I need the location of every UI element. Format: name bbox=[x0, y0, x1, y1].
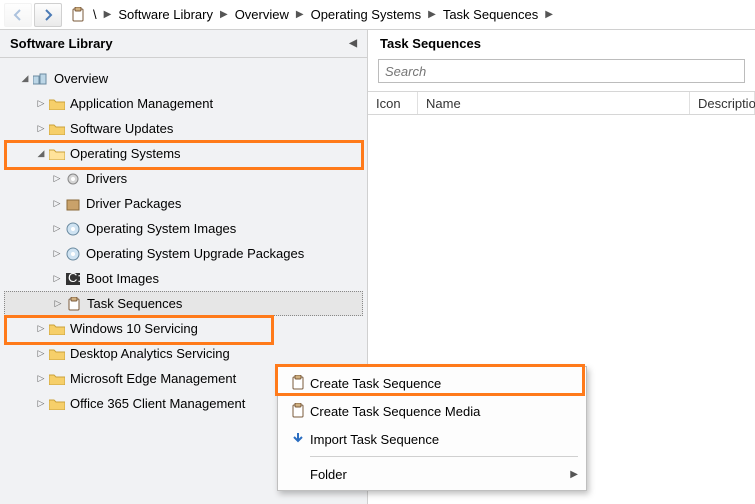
tree-label: Desktop Analytics Servicing bbox=[70, 346, 230, 361]
disc-icon bbox=[64, 220, 82, 238]
breadcrumb: \ ▶ Software Library ▶ Overview ▶ Operat… bbox=[70, 0, 553, 29]
tree-label: Overview bbox=[54, 71, 108, 86]
terminal-icon: C:\ bbox=[64, 270, 82, 288]
expand-icon[interactable]: ◢ bbox=[34, 148, 48, 159]
gear-icon bbox=[64, 170, 82, 188]
clipboard-icon bbox=[65, 295, 83, 313]
chevron-right-icon: ▶ bbox=[220, 9, 228, 20]
menu-label: Import Task Sequence bbox=[310, 432, 439, 447]
folder-icon bbox=[48, 95, 66, 113]
menu-separator bbox=[310, 456, 578, 457]
menu-create-task-sequence[interactable]: Create Task Sequence bbox=[280, 369, 584, 397]
tree-label: Operating Systems bbox=[70, 146, 181, 161]
expand-icon[interactable]: ▷ bbox=[34, 373, 48, 384]
folder-icon bbox=[48, 120, 66, 138]
tree-label: Drivers bbox=[86, 171, 127, 186]
tree-node-appmgmt[interactable]: ▷ Application Management bbox=[4, 91, 363, 116]
breadcrumb-bar: \ ▶ Software Library ▶ Overview ▶ Operat… bbox=[0, 0, 755, 30]
package-icon bbox=[64, 195, 82, 213]
tree-node-osimg[interactable]: ▷ Operating System Images bbox=[4, 216, 363, 241]
library-icon bbox=[32, 70, 50, 88]
tree-node-boot[interactable]: ▷ C:\ Boot Images bbox=[4, 266, 363, 291]
submenu-arrow-icon: ▶ bbox=[570, 469, 578, 480]
chevron-right-icon: ▶ bbox=[296, 9, 304, 20]
expand-icon[interactable]: ▷ bbox=[34, 323, 48, 334]
menu-label: Create Task Sequence bbox=[310, 376, 441, 391]
expand-icon[interactable]: ▷ bbox=[51, 298, 65, 309]
tree-label: Software Updates bbox=[70, 121, 173, 136]
tree-label: Microsoft Edge Management bbox=[70, 371, 236, 386]
tree-node-win10[interactable]: ▷ Windows 10 Servicing bbox=[4, 316, 363, 341]
tree-node-taskseq[interactable]: ▷ Task Sequences bbox=[4, 291, 363, 316]
folder-icon bbox=[48, 320, 66, 338]
column-header-desc[interactable]: Description bbox=[690, 92, 755, 114]
folder-icon bbox=[48, 370, 66, 388]
expand-icon[interactable]: ▷ bbox=[50, 173, 64, 184]
expand-icon[interactable]: ▷ bbox=[34, 98, 48, 109]
import-arrow-icon bbox=[286, 431, 310, 447]
menu-label: Folder bbox=[310, 467, 347, 482]
expand-icon[interactable]: ▷ bbox=[50, 198, 64, 209]
chevron-right-icon: ▶ bbox=[104, 9, 112, 20]
breadcrumb-item[interactable]: Overview bbox=[232, 5, 292, 24]
tree-label: Application Management bbox=[70, 96, 213, 111]
page-title: Task Sequences bbox=[368, 30, 755, 55]
tree-node-os[interactable]: ◢ Operating Systems bbox=[4, 141, 363, 166]
tree-label: Office 365 Client Management bbox=[70, 396, 245, 411]
menu-import-task-sequence[interactable]: Import Task Sequence bbox=[280, 425, 584, 453]
tree-node-drivers[interactable]: ▷ Drivers bbox=[4, 166, 363, 191]
tree-node-drvpkg[interactable]: ▷ Driver Packages bbox=[4, 191, 363, 216]
clipboard-icon bbox=[70, 7, 86, 23]
expand-icon[interactable]: ▷ bbox=[34, 398, 48, 409]
tree-node-desk[interactable]: ▷ Desktop Analytics Servicing bbox=[4, 341, 363, 366]
breadcrumb-item[interactable]: Operating Systems bbox=[308, 5, 425, 24]
expand-icon[interactable]: ▷ bbox=[34, 123, 48, 134]
column-header-name[interactable]: Name bbox=[418, 92, 690, 114]
tree-label: Driver Packages bbox=[86, 196, 181, 211]
breadcrumb-item[interactable]: Task Sequences bbox=[440, 5, 541, 24]
forward-button[interactable] bbox=[34, 3, 62, 27]
disc-icon bbox=[64, 245, 82, 263]
tree-label: Operating System Images bbox=[86, 221, 236, 236]
collapse-icon[interactable]: ◀ bbox=[349, 38, 357, 49]
column-header-icon[interactable]: Icon bbox=[368, 92, 418, 114]
clipboard-icon bbox=[286, 375, 310, 391]
expand-icon[interactable]: ▷ bbox=[34, 348, 48, 359]
sidebar-title[interactable]: Software Library ◀ bbox=[0, 30, 367, 58]
tree-node-osupg[interactable]: ▷ Operating System Upgrade Packages bbox=[4, 241, 363, 266]
menu-create-task-sequence-media[interactable]: Create Task Sequence Media bbox=[280, 397, 584, 425]
expand-icon[interactable]: ▷ bbox=[50, 273, 64, 284]
svg-text:C:\: C:\ bbox=[68, 273, 80, 285]
tree-label: Boot Images bbox=[86, 271, 159, 286]
tree-label: Operating System Upgrade Packages bbox=[86, 246, 304, 261]
back-button[interactable] bbox=[4, 3, 32, 27]
folder-icon bbox=[48, 395, 66, 413]
chevron-right-icon: ▶ bbox=[545, 9, 553, 20]
folder-icon bbox=[48, 345, 66, 363]
tree-label: Windows 10 Servicing bbox=[70, 321, 198, 336]
expand-icon[interactable]: ▷ bbox=[50, 223, 64, 234]
expand-icon[interactable]: ◢ bbox=[18, 73, 32, 84]
tree-label: Task Sequences bbox=[87, 296, 182, 311]
breadcrumb-root[interactable]: \ bbox=[90, 5, 100, 24]
menu-folder[interactable]: Folder ▶ bbox=[280, 460, 584, 488]
breadcrumb-item[interactable]: Software Library bbox=[115, 5, 216, 24]
context-menu: Create Task Sequence Create Task Sequenc… bbox=[277, 366, 587, 491]
sidebar-title-label: Software Library bbox=[10, 36, 113, 51]
tree-node-updates[interactable]: ▷ Software Updates bbox=[4, 116, 363, 141]
tree-node-overview[interactable]: ◢ Overview bbox=[4, 66, 363, 91]
expand-icon[interactable]: ▷ bbox=[50, 248, 64, 259]
chevron-right-icon: ▶ bbox=[428, 9, 436, 20]
search-input[interactable] bbox=[378, 59, 745, 83]
folder-open-icon bbox=[48, 145, 66, 163]
clipboard-icon bbox=[286, 403, 310, 419]
column-headers: Icon Name Description bbox=[368, 91, 755, 115]
menu-label: Create Task Sequence Media bbox=[310, 404, 480, 419]
